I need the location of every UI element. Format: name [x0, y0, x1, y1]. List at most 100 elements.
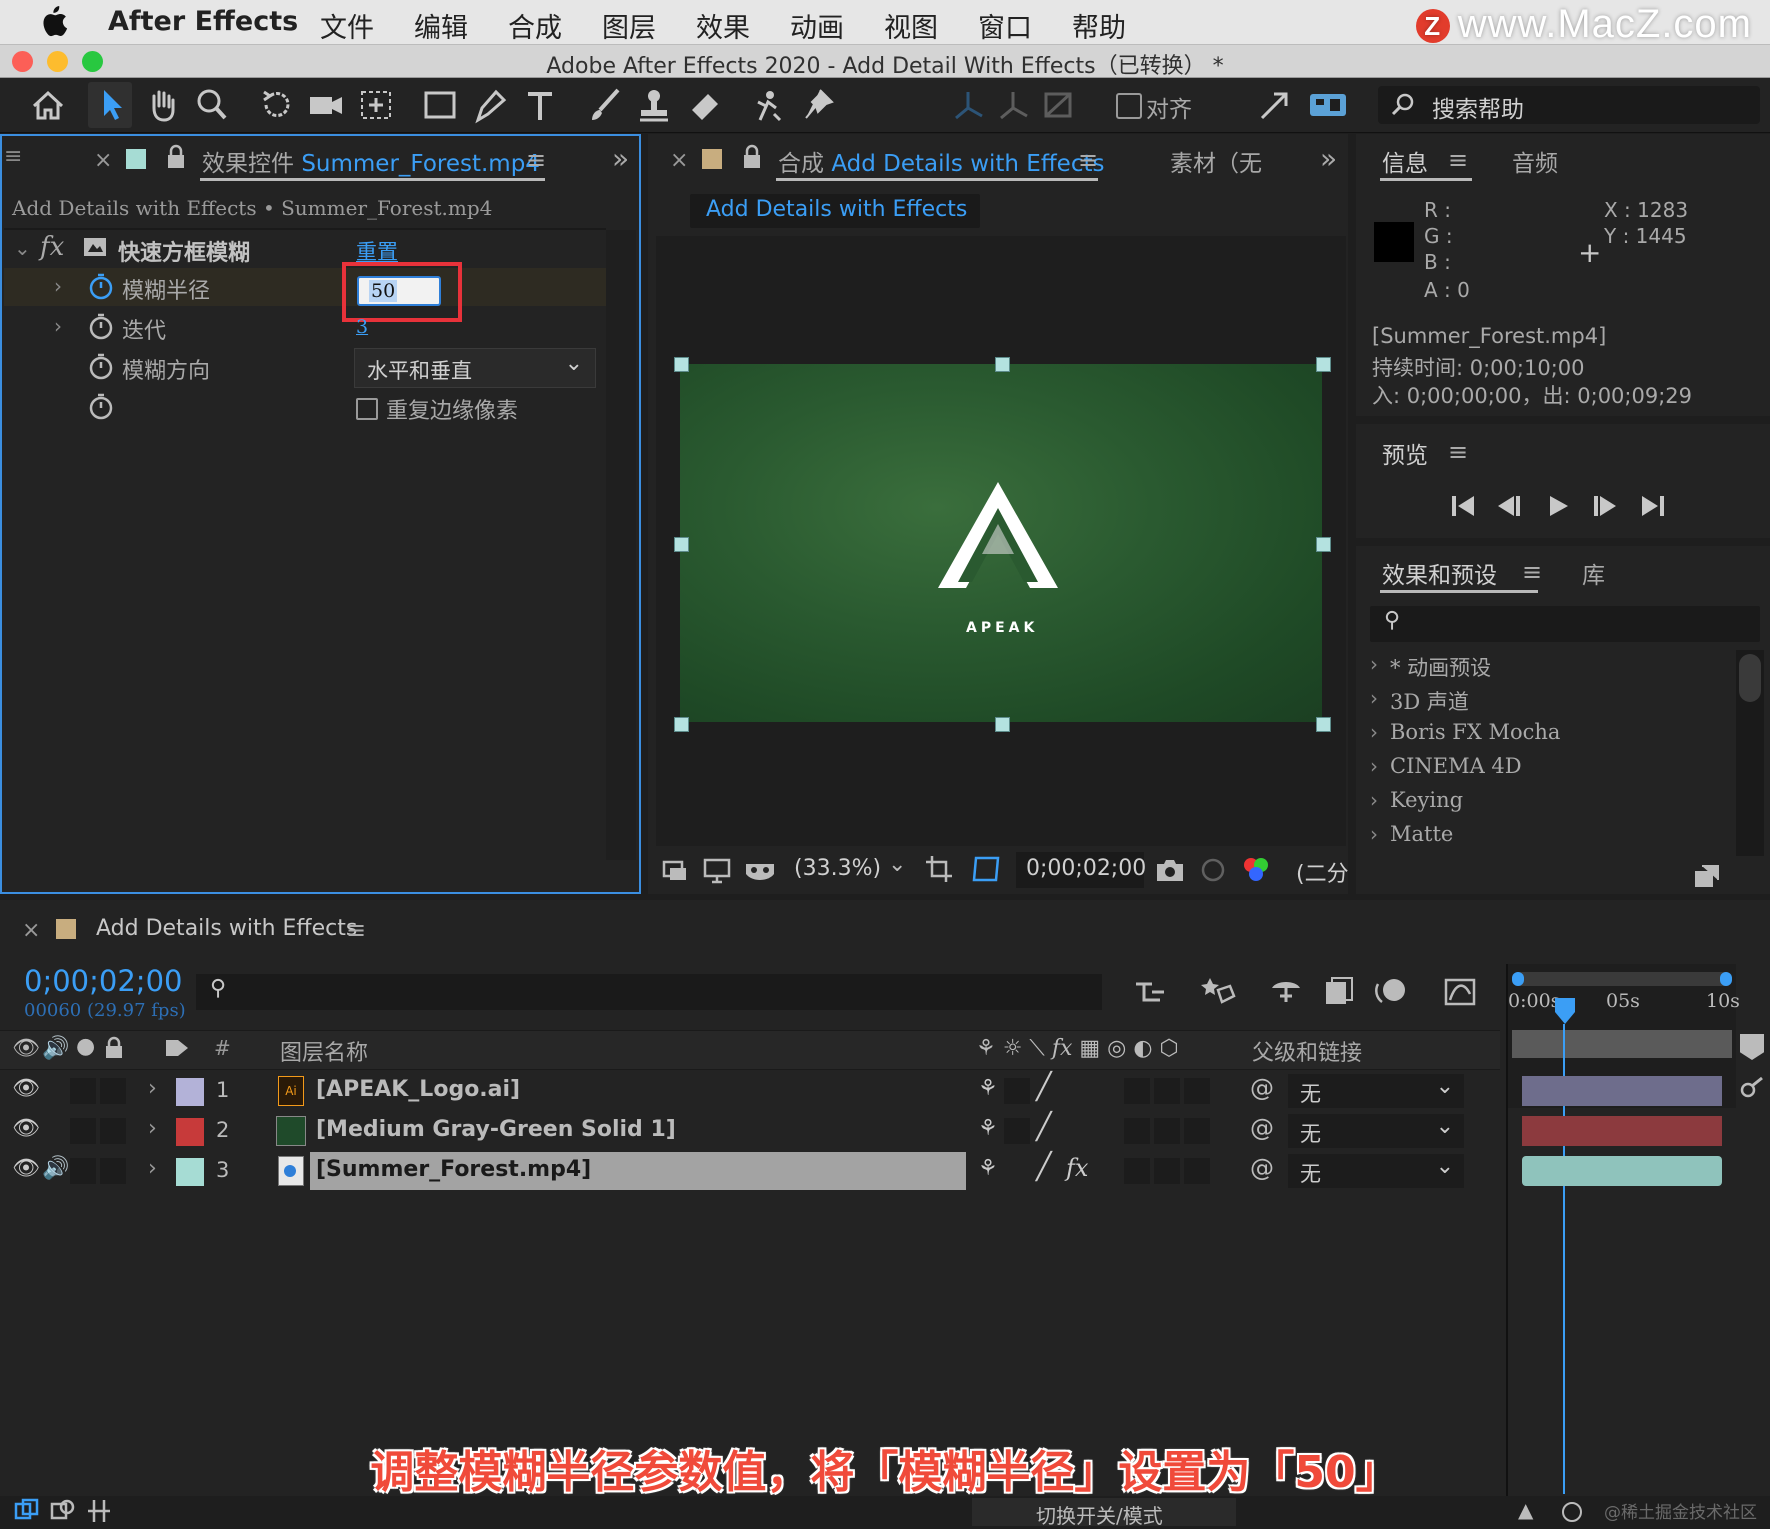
playhead-icon[interactable]: [1552, 996, 1578, 1026]
col-layer-name[interactable]: 图层名称: [280, 1035, 368, 1067]
layer-switches-toggle-icon[interactable]: [14, 1498, 40, 1524]
shy-switch-icon[interactable]: ⚘: [978, 1156, 998, 1181]
switch-box[interactable]: [1124, 1118, 1150, 1144]
current-time-field[interactable]: 0;00;02;00: [1016, 852, 1146, 888]
effects-scroll-thumb[interactable]: [1739, 654, 1761, 702]
layer-search-input[interactable]: ⚲: [196, 974, 1102, 1010]
effects-category[interactable]: * 动画预设: [1390, 652, 1491, 682]
effects-presets-tab[interactable]: 效果和预设: [1382, 556, 1497, 590]
switch-box[interactable]: [1184, 1078, 1210, 1104]
library-tab[interactable]: 库: [1582, 556, 1605, 590]
lock-icon[interactable]: [742, 144, 762, 170]
effects-scrollbar[interactable]: [1736, 650, 1764, 856]
expand-layer-chevron[interactable]: ›: [148, 1156, 157, 1181]
eye-icon[interactable]: 👁: [12, 1156, 40, 1181]
lock-icon[interactable]: [104, 1036, 124, 1060]
work-area-range[interactable]: [1512, 1030, 1732, 1058]
lock-switch[interactable]: [100, 1118, 126, 1144]
stopwatch-icon[interactable]: [88, 392, 114, 420]
layer-label-color[interactable]: [176, 1078, 204, 1106]
transform-handle[interactable]: [1316, 357, 1331, 372]
solo-icon[interactable]: ●: [76, 1034, 95, 1059]
comp-mini-flowchart-icon[interactable]: [1132, 976, 1168, 1008]
expand-layer-chevron[interactable]: ›: [148, 1116, 157, 1141]
parent-dropdown[interactable]: 无 ⌄: [1288, 1074, 1464, 1108]
quality-switch-icon[interactable]: ╱: [1036, 1152, 1052, 1182]
menu-edit[interactable]: 编辑: [414, 6, 468, 45]
panel-overflow-icon[interactable]: »: [1320, 142, 1337, 175]
apple-icon[interactable]: [38, 5, 68, 37]
label-tag-icon[interactable]: [164, 1036, 190, 1060]
eye-icon[interactable]: 👁: [12, 1036, 40, 1061]
info-menu-icon[interactable]: ≡: [1448, 146, 1468, 174]
eraser-tool-icon[interactable]: [684, 86, 724, 124]
lock-switch[interactable]: [100, 1078, 126, 1104]
fx-icon[interactable]: fx: [40, 232, 64, 262]
speaker-icon[interactable]: 🔊: [42, 1036, 69, 1061]
repeat-edge-pixels-checkbox[interactable]: [356, 398, 378, 420]
layer-duration-bar[interactable]: [1522, 1076, 1722, 1106]
motion-blur-icon[interactable]: [1374, 974, 1410, 1008]
parent-pickwhip-icon[interactable]: @: [1250, 1114, 1274, 1142]
menu-file[interactable]: 文件: [320, 6, 374, 45]
layer-duration-bar[interactable]: [1522, 1156, 1722, 1186]
menu-help[interactable]: 帮助: [1072, 6, 1126, 45]
footage-tab[interactable]: 素材（无: [1170, 144, 1262, 178]
blur-direction-dropdown[interactable]: 水平和垂直 ⌄: [354, 348, 596, 388]
menu-view[interactable]: 视图: [884, 6, 938, 45]
effects-category[interactable]: Keying: [1390, 788, 1463, 812]
panel-overflow-icon[interactable]: »: [612, 142, 629, 175]
next-frame-icon[interactable]: [1590, 492, 1620, 520]
resolution-dropdown[interactable]: (二分: [1296, 856, 1349, 888]
layer-name[interactable]: [Medium Gray-Green Solid 1]: [316, 1117, 676, 1142]
brush-tool-icon[interactable]: [584, 86, 624, 124]
transparency-grid-icon[interactable]: [970, 854, 1002, 884]
menu-effect[interactable]: 效果: [696, 6, 750, 45]
transform-handle[interactable]: [674, 537, 689, 552]
timeline-current-time[interactable]: 0;00;02;00: [24, 964, 182, 998]
axis-local-icon[interactable]: [948, 86, 988, 124]
eye-icon[interactable]: 👁: [12, 1076, 40, 1101]
quality-switch-icon[interactable]: ╱: [1036, 1072, 1052, 1102]
stopwatch-icon[interactable]: [88, 272, 114, 300]
preview-menu-icon[interactable]: ≡: [1448, 438, 1468, 466]
snapping-checkbox[interactable]: [1116, 93, 1142, 119]
expand-chevron[interactable]: ›: [1370, 788, 1378, 812]
stopwatch-icon[interactable]: [88, 352, 114, 380]
effect-controls-menu-icon[interactable]: ≡: [526, 146, 546, 174]
effects-category[interactable]: Boris FX Mocha: [1390, 720, 1560, 744]
menu-animation[interactable]: 动画: [790, 6, 844, 45]
expand-layer-chevron[interactable]: ›: [148, 1076, 157, 1101]
work-area-bar[interactable]: [1512, 972, 1732, 986]
comp-subtab[interactable]: Add Details with Effects: [690, 194, 980, 228]
puppet-pin-icon[interactable]: [798, 86, 838, 124]
switch-box[interactable]: [1184, 1118, 1210, 1144]
transform-handle[interactable]: [674, 717, 689, 732]
switch-box[interactable]: [1124, 1078, 1150, 1104]
speaker-icon[interactable]: 🔊: [42, 1156, 69, 1181]
switch-box[interactable]: [1154, 1158, 1180, 1184]
composition-tab-label[interactable]: 合成 Add Details with Effects: [778, 144, 1104, 178]
parent-dropdown[interactable]: 无 ⌄: [1288, 1154, 1464, 1188]
parent-pickwhip-icon[interactable]: @: [1250, 1074, 1274, 1102]
solo-switch[interactable]: [70, 1158, 96, 1184]
pan-behind-icon[interactable]: [356, 86, 396, 124]
layer-duration-bar[interactable]: [1522, 1116, 1722, 1146]
last-frame-icon[interactable]: [1638, 492, 1668, 520]
layer-name[interactable]: [APEAK_Logo.ai]: [316, 1077, 520, 1102]
modes-toggle-icon[interactable]: [50, 1498, 76, 1524]
switch-box[interactable]: [1004, 1078, 1030, 1104]
iterations-value[interactable]: 3: [356, 316, 368, 338]
effects-category[interactable]: 3D 声道: [1390, 686, 1469, 716]
zoom-out-mountain-icon[interactable]: ▲: [1518, 1498, 1533, 1522]
region-of-interest-icon[interactable]: [924, 854, 954, 884]
switch-box[interactable]: [1124, 1158, 1150, 1184]
switch-box[interactable]: [1004, 1118, 1030, 1144]
transform-handle[interactable]: [995, 717, 1010, 732]
switch-box[interactable]: [1184, 1158, 1210, 1184]
quality-switch-icon[interactable]: ╱: [1036, 1112, 1052, 1142]
panel-menu-fragment[interactable]: ≡: [4, 144, 22, 169]
previous-frame-icon[interactable]: [1494, 492, 1524, 520]
chevron-down-icon[interactable]: ⌄: [888, 852, 906, 877]
layer-row[interactable]: 👁 › 2 [Medium Gray-Green Solid 1] ⚘ ╱ @ …: [0, 1112, 1510, 1150]
